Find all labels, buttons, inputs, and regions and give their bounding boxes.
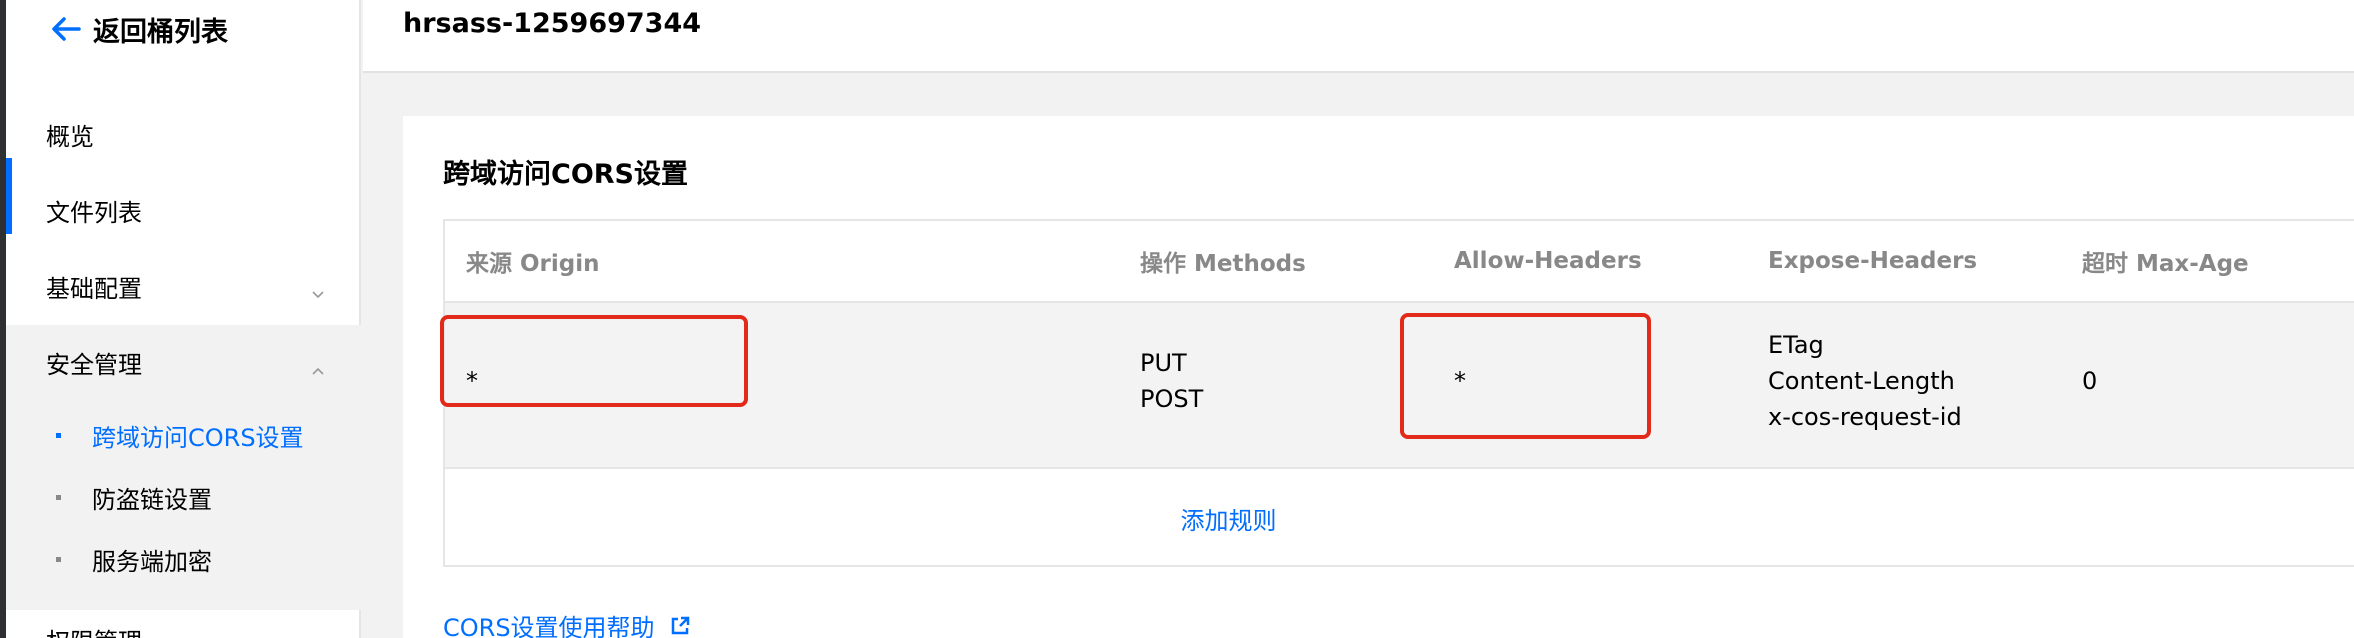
table-header: 来源 Origin 操作 Methods Allow-Headers Expos… (445, 221, 2354, 303)
sidebar-item-label: 概览 (46, 123, 94, 151)
highlight-allow-headers-annotation (1400, 313, 1651, 439)
security-management-group: 安全管理 跨域访问CORS设置 防盗链设置 服务端加密 (6, 325, 361, 610)
column-header-max-age: 超时 Max-Age (2082, 251, 2249, 277)
bullet-icon (56, 495, 61, 500)
sidebar-item-permissions[interactable]: 权限管理 (46, 622, 142, 638)
sidebar-item-overview[interactable]: 概览 (6, 97, 361, 172)
section-title: 跨域访问CORS设置 (443, 159, 689, 190)
back-link-label: 返回桶列表 (93, 16, 228, 48)
sidebar-item-security[interactable]: 安全管理 (6, 325, 361, 400)
cell-expose-headers: ETag Content-Length x-cos-request-id (1768, 327, 1962, 435)
cors-help-link[interactable]: CORS设置使用帮助 (443, 608, 691, 638)
add-rule-button[interactable]: 添加规则 (445, 469, 2012, 567)
sidebar-subitem-hotlink[interactable]: 防盗链设置 (6, 469, 361, 525)
expose-header-etag: ETag (1768, 331, 1824, 359)
bullet-icon (56, 433, 61, 438)
expose-header-content-length: Content-Length (1768, 367, 1955, 395)
column-header-methods: 操作 Methods (1140, 251, 1306, 277)
bullet-icon (56, 557, 61, 562)
column-header-allow-headers: Allow-Headers (1454, 248, 1642, 274)
sidebar-subitem-cors[interactable]: 跨域访问CORS设置 (6, 407, 361, 463)
back-to-bucket-list-link[interactable]: 返回桶列表 (51, 8, 228, 50)
column-header-expose-headers: Expose-Headers (1768, 248, 1978, 274)
cell-methods: PUT POST (1140, 345, 1203, 417)
column-header-origin: 来源 Origin (466, 251, 600, 277)
chevron-up-icon (311, 356, 325, 384)
sidebar-subitem-label: 防盗链设置 (92, 485, 212, 514)
sidebar-item-basic-config[interactable]: 基础配置 (6, 249, 361, 324)
sidebar-subitem-label: 服务端加密 (92, 547, 212, 576)
expose-header-request-id: x-cos-request-id (1768, 403, 1962, 431)
sidebar-item-label: 文件列表 (46, 199, 142, 227)
sidebar-item-file-list[interactable]: 文件列表 (6, 173, 361, 248)
sidebar: 返回桶列表 概览 文件列表 基础配置 安全管理 跨域访问CORS设置 防盗链设置… (6, 0, 361, 638)
sidebar-item-label: 基础配置 (46, 275, 142, 303)
sidebar-item-label: 安全管理 (46, 351, 142, 379)
method-post: POST (1140, 385, 1204, 413)
method-put: PUT (1140, 349, 1187, 377)
chevron-down-icon (311, 280, 325, 308)
external-link-icon (655, 615, 691, 637)
highlight-origin-annotation (440, 315, 748, 407)
arrow-left-icon (51, 16, 81, 42)
cell-max-age: 0 (2082, 367, 2098, 395)
sidebar-subitem-encryption[interactable]: 服务端加密 (6, 531, 361, 587)
sidebar-subitem-label: 跨域访问CORS设置 (92, 423, 304, 452)
page: 返回桶列表 概览 文件列表 基础配置 安全管理 跨域访问CORS设置 防盗链设置… (0, 0, 2354, 638)
help-link-label: CORS设置使用帮助 (443, 614, 655, 638)
bucket-name-title: hrsass-1259697344 (403, 8, 702, 39)
page-header: hrsass-1259697344 (363, 0, 2354, 73)
